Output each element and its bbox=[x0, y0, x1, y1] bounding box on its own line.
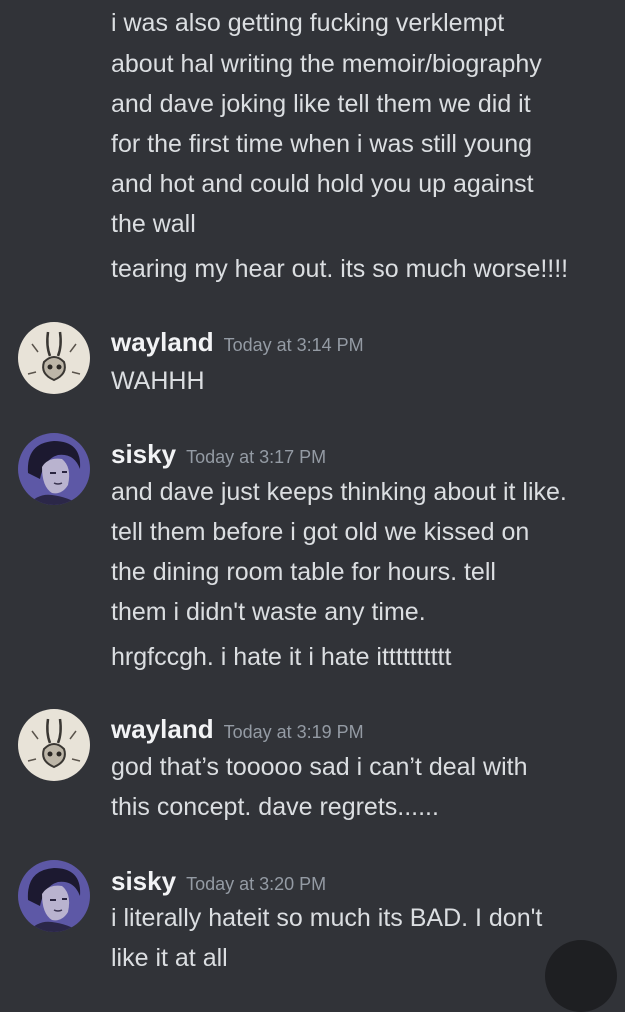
rabbit-sketch-avatar[interactable] bbox=[18, 322, 90, 394]
jump-to-present-button[interactable] bbox=[545, 940, 617, 1012]
message-line: them i didn't waste any time. bbox=[111, 598, 426, 626]
message-line: and dave just keeps thinking about it li… bbox=[111, 478, 567, 506]
timestamp[interactable]: Today at 3:19 PM bbox=[224, 722, 364, 742]
message-line: this concept. dave regrets...... bbox=[111, 793, 439, 821]
message-line: and dave joking like tell them we did it bbox=[111, 90, 531, 118]
message-line: about hal writing the memoir/biography bbox=[111, 50, 542, 78]
message-line: the dining room table for hours. tell bbox=[111, 558, 496, 586]
message-line: tearing my hear out. its so much worse!!… bbox=[111, 255, 569, 283]
rabbit-sketch-avatar[interactable] bbox=[18, 709, 90, 781]
message-line: for the first time when i was still youn… bbox=[111, 130, 532, 158]
username[interactable]: sisky bbox=[111, 439, 176, 469]
timestamp[interactable]: Today at 3:17 PM bbox=[186, 447, 326, 467]
message-line: and hot and could hold you up against bbox=[111, 170, 534, 198]
timestamp[interactable]: Today at 3:14 PM bbox=[224, 335, 364, 355]
chat-message-list[interactable]: i was also getting fucking verklempt abo… bbox=[0, 0, 625, 972]
username[interactable]: wayland bbox=[111, 714, 214, 744]
message-line: i was also getting fucking verklempt bbox=[111, 9, 505, 37]
username[interactable]: sisky bbox=[111, 866, 176, 896]
dark-haired-portrait-avatar[interactable] bbox=[18, 433, 90, 505]
message-line: like it at all bbox=[111, 944, 228, 972]
timestamp[interactable]: Today at 3:20 PM bbox=[186, 874, 326, 894]
message-line: hrgfccgh. i hate it i hate itttttttttt bbox=[111, 643, 452, 671]
message-line: the wall bbox=[111, 210, 196, 238]
message-line: WAHHH bbox=[111, 367, 205, 395]
message-line: god that’s tooooo sad i can’t deal with bbox=[111, 753, 528, 781]
username[interactable]: wayland bbox=[111, 327, 214, 357]
dark-haired-portrait-avatar[interactable] bbox=[18, 860, 90, 932]
message-line: i literally hateit so much its BAD. I do… bbox=[111, 904, 543, 932]
message-line: tell them before i got old we kissed on bbox=[111, 518, 530, 546]
